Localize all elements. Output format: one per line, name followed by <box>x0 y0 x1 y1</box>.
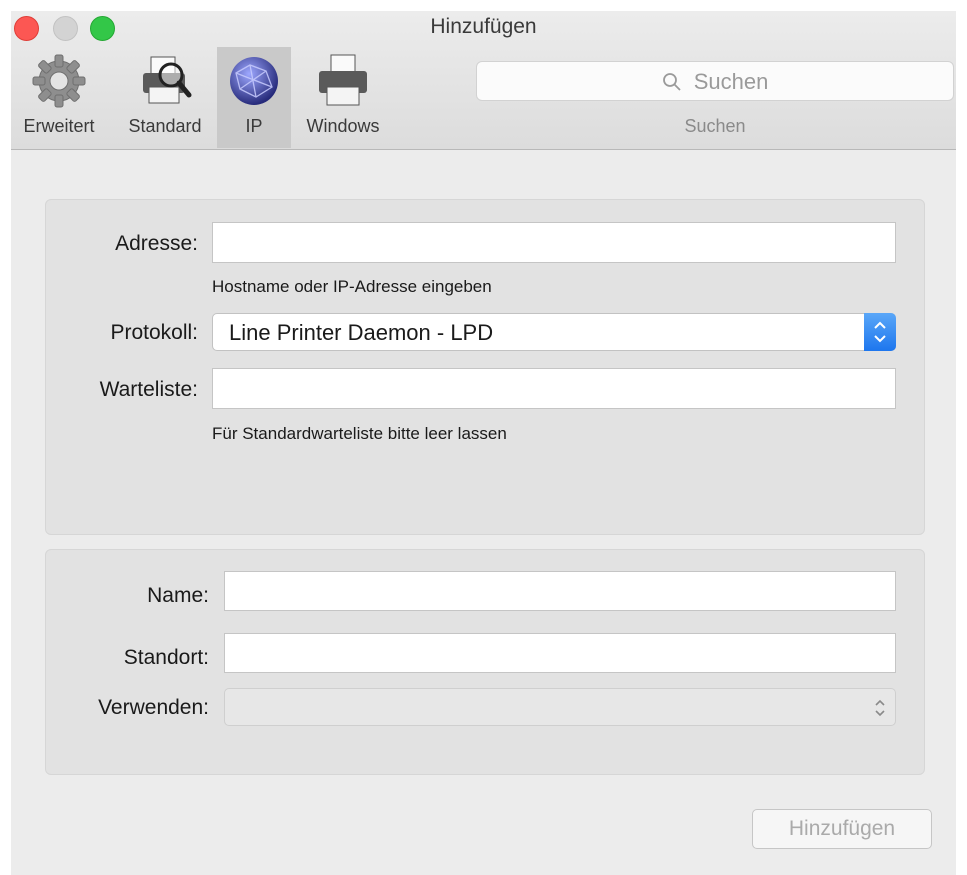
stepper-icon <box>864 313 896 351</box>
protocol-value: Line Printer Daemon - LPD <box>229 320 494 345</box>
toolbar-item-erweitert[interactable]: Erweitert <box>11 47 107 148</box>
toolbar-label: Standard <box>128 116 202 136</box>
toolbar-item-standard[interactable]: Standard <box>117 47 213 148</box>
name-label: Name: <box>147 584 209 607</box>
add-printer-window: Hinzufügen Erweitert Standard IP Windows… <box>11 11 956 875</box>
protocol-label: Protokoll: <box>110 321 198 344</box>
name-input[interactable] <box>224 571 896 611</box>
toolbar-item-windows[interactable]: Windows <box>295 47 391 148</box>
toolbar-label: Erweitert <box>23 116 95 136</box>
printer-search-icon <box>135 51 195 116</box>
chevron-updown-icon <box>871 697 889 724</box>
printer-details-panel: Name: Standort: Verwenden: <box>45 549 925 775</box>
use-select[interactable] <box>224 688 896 726</box>
globe-icon <box>226 51 282 116</box>
address-input[interactable] <box>212 222 896 263</box>
search-placeholder: Suchen <box>693 69 769 94</box>
search-caption: Suchen <box>684 116 746 136</box>
address-hint: Hostname oder IP-Adresse eingeben <box>212 277 492 296</box>
location-input[interactable] <box>224 633 896 673</box>
search-field[interactable]: Suchen <box>476 61 954 101</box>
titlebar-toolbar: Hinzufügen Erweitert Standard IP Windows… <box>11 11 956 150</box>
connection-panel: Adresse: Hostname oder IP-Adresse eingeb… <box>45 199 925 535</box>
use-label: Verwenden: <box>98 696 209 719</box>
window-title: Hinzufügen <box>430 15 537 38</box>
address-label: Adresse: <box>115 232 198 255</box>
gear-icon <box>29 51 89 116</box>
toolbar-label: Windows <box>306 116 380 136</box>
toolbar-label: IP <box>245 116 263 136</box>
search-icon <box>662 69 694 94</box>
queue-hint: Für Standardwarteliste bitte leer lassen <box>212 424 507 443</box>
toolbar-item-ip[interactable]: IP <box>217 47 291 148</box>
queue-label: Warteliste: <box>99 378 198 401</box>
protocol-select[interactable]: Line Printer Daemon - LPD <box>212 313 896 351</box>
queue-input[interactable] <box>212 368 896 409</box>
add-button[interactable]: Hinzufügen <box>752 809 932 849</box>
printer-icon <box>313 51 373 116</box>
location-label: Standort: <box>123 646 209 669</box>
